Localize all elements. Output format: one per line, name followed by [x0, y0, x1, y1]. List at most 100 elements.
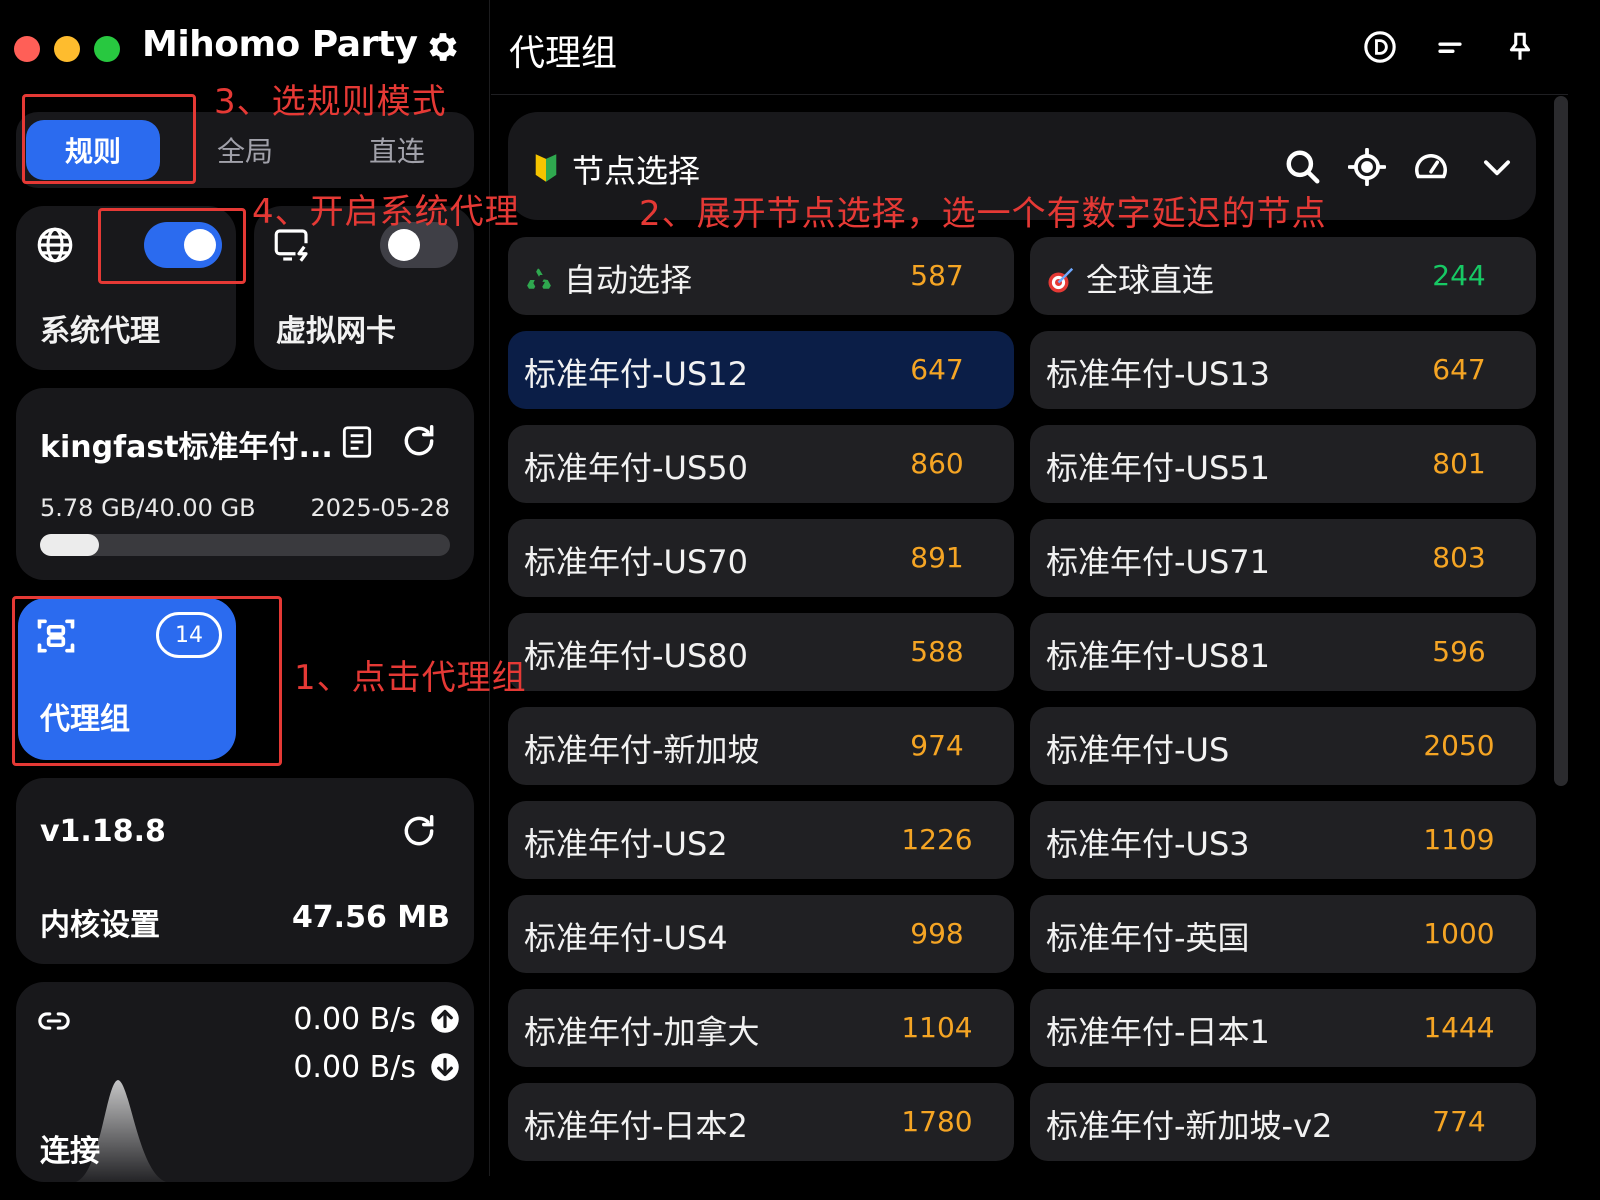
proxy-card[interactable]: 标准年付-US81 596 [1030, 613, 1536, 691]
proxy-card[interactable]: 标准年付-US51 801 [1030, 425, 1536, 503]
proxy-delay[interactable]: 974 [882, 729, 992, 762]
chevron-down-icon[interactable] [1478, 148, 1516, 186]
proxy-name-text: 标准年付-US50 [524, 449, 749, 487]
profile-name: kingfast标准年付... [40, 430, 333, 465]
proxy-card[interactable]: 标准年付-US 2050 [1030, 707, 1536, 785]
page-title: 代理组 [509, 33, 618, 74]
proxy-card[interactable]: 标准年付-US3 1109 [1030, 801, 1536, 879]
proxy-name-text: 标准年付-US70 [524, 543, 749, 581]
proxy-name-text: 标准年付-加拿大 [524, 1013, 760, 1051]
proxy-card[interactable]: 标准年付-US4 998 [508, 895, 1014, 973]
core-label: 内核设置 [40, 908, 160, 943]
proxy-delay[interactable]: 2050 [1404, 729, 1514, 762]
proxy-name: 标准年付-日本1 [1046, 1007, 1270, 1053]
proxy-name-text: 标准年付-US13 [1046, 355, 1271, 393]
proxy-card[interactable]: 标准年付-US2 1226 [508, 801, 1014, 879]
proxy-delay[interactable]: 1780 [882, 1105, 992, 1138]
proxy-delay[interactable]: 1444 [1404, 1011, 1514, 1044]
pin-icon[interactable] [1503, 30, 1537, 64]
document-icon[interactable] [338, 422, 376, 462]
upload-speed: 0.00 B/s [293, 1002, 416, 1037]
mode-tab-global[interactable]: 全局 [178, 120, 312, 180]
proxy-name-text: 标准年付-新加坡 [524, 731, 760, 769]
proxy-delay[interactable]: 588 [882, 635, 992, 668]
proxy-name: 标准年付-US80 [524, 631, 748, 677]
proxy-delay[interactable]: 1000 [1404, 917, 1514, 950]
proxy-name: 标准年付-US12 [524, 349, 748, 395]
locate-icon[interactable] [1348, 148, 1386, 186]
proxy-name: 标准年付-日本2 [524, 1101, 748, 1147]
proxy-card[interactable]: 标准年付-US50 860 [508, 425, 1014, 503]
proxy-name: 标准年付-US51 [1046, 443, 1270, 489]
proxy-card[interactable]: 标准年付-加拿大 1104 [508, 989, 1014, 1067]
proxy-delay[interactable]: 998 [882, 917, 992, 950]
proxy-delay[interactable]: 801 [1404, 447, 1514, 480]
minimize-icon[interactable] [1433, 30, 1467, 64]
proxy-card[interactable]: 标准年付-US71 803 [1030, 519, 1536, 597]
proxy-name: 标准年付-加拿大 [524, 1007, 760, 1053]
proxy-card[interactable]: 标准年付-US80 588 [508, 613, 1014, 691]
proxy-card[interactable]: 全球直连 244 [1030, 237, 1536, 315]
scrollbar[interactable] [1554, 96, 1568, 786]
annotation-step1: 1、点击代理组 [294, 658, 527, 698]
profile-usage-fill [40, 534, 100, 556]
proxy-delay[interactable]: 1226 [882, 823, 992, 856]
proxy-name: 标准年付-US13 [1046, 349, 1270, 395]
proxy-delay[interactable]: 647 [882, 353, 992, 386]
core-card[interactable]: v1.18.8 内核设置 47.56 MB [16, 778, 474, 964]
proxy-name: 标准年付-US4 [524, 913, 728, 959]
proxy-name-text: 标准年付-US71 [1046, 543, 1271, 581]
refresh-core-icon[interactable] [400, 812, 438, 850]
proxy-card[interactable]: 标准年付-日本1 1444 [1030, 989, 1536, 1067]
link-icon [38, 1012, 70, 1030]
download-speed: 0.00 B/s [293, 1050, 416, 1085]
proxy-name-text: 标准年付-US51 [1046, 449, 1271, 487]
gear-icon[interactable] [424, 28, 462, 66]
refresh-icon[interactable] [400, 422, 438, 460]
proxy-name: 标准年付-US3 [1046, 819, 1250, 865]
proxy-name: 标准年付-US71 [1046, 537, 1270, 583]
devtools-icon[interactable] [1363, 30, 1397, 64]
proxy-name: 自动选择 [524, 255, 692, 301]
proxy-delay[interactable]: 860 [882, 447, 992, 480]
sysproxy-label: 系统代理 [40, 314, 160, 349]
proxy-delay[interactable]: 774 [1404, 1105, 1514, 1138]
proxy-delay[interactable]: 587 [882, 259, 992, 292]
proxy-name: 标准年付-英国 [1046, 913, 1250, 959]
proxy-delay[interactable]: 891 [882, 541, 992, 574]
proxy-delay[interactable]: 803 [1404, 541, 1514, 574]
proxy-card[interactable]: 标准年付-新加坡 974 [508, 707, 1014, 785]
download-arrow-icon [431, 1053, 459, 1081]
recycle-icon [527, 268, 551, 289]
proxy-delay[interactable]: 1109 [1404, 823, 1514, 856]
proxy-delay[interactable]: 244 [1404, 259, 1514, 292]
speedometer-icon[interactable] [1412, 148, 1450, 186]
proxy-delay[interactable]: 647 [1404, 353, 1514, 386]
beginner-badge-icon [535, 154, 557, 182]
zoom-window-button[interactable] [94, 36, 120, 62]
connection-card[interactable]: 0.00 B/s 0.00 B/s 连接 [16, 982, 474, 1182]
proxy-card[interactable]: 标准年付-日本2 1780 [508, 1083, 1014, 1161]
annotation-box-sysproxy [98, 208, 246, 284]
proxy-name-text: 标准年付-US3 [1046, 825, 1250, 863]
proxy-delay[interactable]: 596 [1404, 635, 1514, 668]
proxy-name: 全球直连 [1046, 255, 1214, 301]
proxy-name-text: 标准年付-US81 [1046, 637, 1271, 675]
proxy-card[interactable]: 标准年付-US13 647 [1030, 331, 1536, 409]
close-window-button[interactable] [14, 36, 40, 62]
proxy-card[interactable]: 自动选择 587 [508, 237, 1014, 315]
mode-tab-direct[interactable]: 直连 [330, 120, 464, 180]
proxy-name-text: 自动选择 [564, 261, 693, 299]
proxy-card[interactable]: 标准年付-US70 891 [508, 519, 1014, 597]
connections-label: 连接 [40, 1134, 100, 1169]
annotation-box-mode [22, 94, 196, 184]
target-icon [1048, 267, 1074, 293]
proxy-card[interactable]: 标准年付-英国 1000 [1030, 895, 1536, 973]
core-version: v1.18.8 [40, 814, 166, 849]
search-icon[interactable] [1284, 148, 1322, 186]
proxy-delay[interactable]: 1104 [882, 1011, 992, 1044]
proxy-card[interactable]: 标准年付-新加坡-v2 774 [1030, 1083, 1536, 1161]
minimize-window-button[interactable] [54, 36, 80, 62]
profile-usage-bar [40, 534, 450, 556]
proxy-card[interactable]: 标准年付-US12 647 [508, 331, 1014, 409]
